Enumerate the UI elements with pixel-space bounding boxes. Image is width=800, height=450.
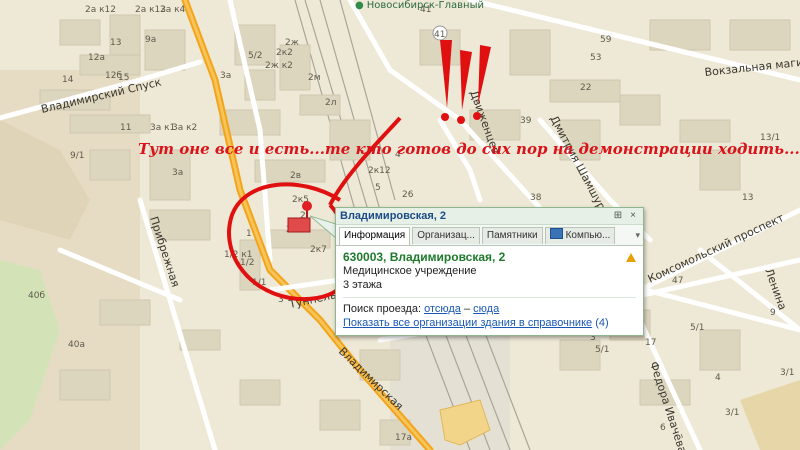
house-number: 2ж [285, 38, 299, 48]
building-floors: 3 этажа [343, 279, 383, 291]
info-popup[interactable]: Владимировская, 2 ⊞ × Информация Организ… [335, 207, 644, 336]
house-number: 2а к4 [160, 5, 186, 15]
house-number: 40а [68, 340, 85, 350]
house-number: 38 [530, 193, 542, 203]
house-number: 13 [742, 193, 753, 203]
house-number: 59 [600, 35, 612, 45]
house-number: 17а [395, 433, 412, 443]
tab-computers-label: Компью... [565, 230, 611, 241]
house-number: 11 [120, 123, 131, 133]
house-number: 9 [770, 308, 776, 318]
route-to-link[interactable]: сюда [473, 303, 499, 315]
house-number: 2а к12 [85, 5, 116, 15]
house-number: 2в [290, 171, 301, 181]
address-heading: 630003, Владимировская, 2 [343, 250, 506, 264]
warning-icon[interactable] [626, 252, 636, 262]
house-number: 9а [145, 35, 156, 45]
organizations-count: (4) [595, 317, 609, 329]
tab-information[interactable]: Информация [339, 227, 411, 245]
house-number: 13 [110, 38, 121, 48]
house-number: 39 [520, 116, 532, 126]
metro-icon: ● [355, 0, 364, 11]
route-search-row: Поиск проезда: отсюда – сюда [343, 302, 636, 316]
house-number: 2к12 [368, 166, 391, 176]
house-number: 17 [645, 338, 656, 348]
metro-station-label[interactable]: ● Новосибирск-Главный [355, 0, 484, 11]
house-number: 3/1 [780, 368, 794, 378]
house-number: 2к2 [276, 48, 293, 58]
house-number: 14 [62, 75, 74, 85]
house-number: 1/2 [240, 258, 254, 268]
building-number-badge: 41 [434, 30, 445, 40]
route-from-link[interactable]: отсюда [424, 303, 461, 315]
tabs-more-icon[interactable]: ▾ [635, 227, 640, 245]
house-number: 3/1 [725, 408, 739, 418]
house-number: 5/1 [595, 345, 609, 355]
computer-icon [549, 228, 563, 239]
house-number: 2л [325, 98, 336, 108]
house-number: 5/2 [248, 51, 262, 61]
house-number: 2к7 [310, 245, 327, 255]
house-number: 15 [118, 73, 129, 83]
route-dash: – [463, 303, 471, 315]
house-number: 26 [402, 190, 414, 200]
tab-computers[interactable]: Компью... [544, 227, 616, 244]
popup-title: Владимировская, 2 [340, 210, 447, 222]
show-all-row: Показать все организации здания в справо… [343, 316, 636, 330]
pin-popup-icon[interactable]: ⊞ [612, 210, 624, 222]
house-number: 53 [590, 53, 601, 63]
house-number: 2ж к2 [265, 61, 293, 71]
route-search-label: Поиск проезда: [343, 303, 421, 315]
house-number: 40б [28, 291, 45, 301]
house-number: 1 [246, 229, 252, 239]
house-number: 3а [172, 168, 183, 178]
close-popup-button[interactable]: × [627, 210, 639, 222]
popup-header: Владимировская, 2 ⊞ × [336, 208, 643, 225]
house-number: 2м [308, 73, 321, 83]
house-number: 3а [220, 71, 231, 81]
house-number: 22 [580, 83, 591, 93]
metro-station-name: Новосибирск-Главный [366, 0, 484, 11]
house-number: 6 [660, 423, 666, 433]
show-all-organizations-link[interactable]: Показать все организации здания в справо… [343, 317, 592, 329]
house-number: 3а к2 [172, 123, 197, 133]
tab-monuments[interactable]: Памятники [481, 227, 543, 244]
divider [343, 297, 636, 298]
house-number: 5 [375, 183, 381, 193]
annotation-text: Тут оне все и есть...те кто готов до сих… [138, 140, 800, 158]
building-type: Медицинское учреждение [343, 265, 477, 277]
house-number: 5/1 [690, 323, 704, 333]
house-number: 9/1 [70, 151, 84, 161]
popup-body: 630003, Владимировская, 2 Медицинское уч… [336, 246, 643, 334]
house-number: 47 [672, 276, 683, 286]
house-number: 4 [715, 373, 721, 383]
popup-tabs: Информация Организац... Памятники Компью… [336, 225, 643, 246]
tab-organizations[interactable]: Организац... [412, 227, 480, 244]
house-number: 12а [88, 53, 105, 63]
